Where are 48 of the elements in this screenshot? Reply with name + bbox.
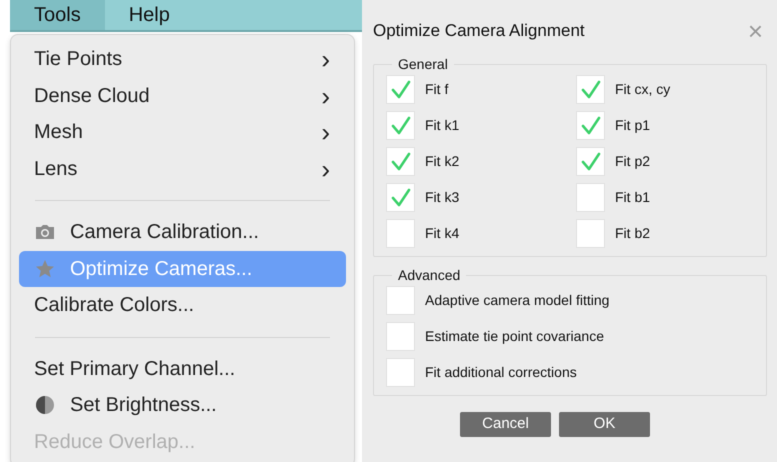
chevron-icon: ›	[321, 82, 330, 109]
menu-item[interactable]: Tie Points ›	[19, 41, 346, 78]
checkbox-label: Estimate tie point covariance	[425, 327, 604, 346]
cancel-button[interactable]: Cancel	[460, 412, 551, 437]
checkbox[interactable]	[386, 183, 415, 212]
checkbox[interactable]	[386, 286, 415, 315]
menu-item[interactable]: Camera Calibration...	[19, 214, 346, 250]
checkbox-label: Fit b2	[615, 224, 650, 243]
chevron-icon: ›	[321, 46, 330, 72]
checkbox-label: Adaptive camera model fitting	[425, 291, 610, 310]
checkbox-label: Fit additional corrections	[425, 363, 577, 382]
checkbox-label: Fit p2	[615, 152, 650, 171]
checkbox[interactable]	[576, 183, 605, 212]
ok-button[interactable]: OK	[559, 412, 650, 437]
checkbox-label: Fit k3	[425, 188, 460, 207]
checkbox-label: Fit k4	[425, 224, 460, 243]
menu-item[interactable]: Calibrate Colors...	[19, 287, 346, 324]
checkbox[interactable]	[386, 147, 415, 176]
checkbox-label: Fit p1	[615, 116, 650, 135]
checkbox-label: Fit k1	[425, 116, 460, 135]
menu-item[interactable]: Set Brightness...	[19, 387, 346, 424]
menu-item: Reduce Overlap...	[33, 430, 196, 455]
window-title: Optimize Camera Alignment	[373, 20, 585, 42]
menu-item[interactable]: Mesh ›	[19, 114, 346, 150]
checkbox-label: Fit k2	[425, 152, 460, 171]
checkbox[interactable]	[386, 111, 415, 140]
menu-item[interactable]: Lens ›	[19, 150, 346, 187]
checkbox[interactable]	[576, 147, 605, 176]
half-circle-icon	[34, 394, 56, 416]
checkbox[interactable]	[576, 111, 605, 140]
checkbox-label: Fit cx, cy	[615, 80, 670, 99]
chevron-icon: ›	[321, 119, 330, 146]
checkbox[interactable]	[386, 358, 415, 387]
menu-bar-item[interactable]: Help	[104, 0, 194, 30]
star-icon	[34, 258, 56, 280]
menu-item[interactable]: Dense Cloud ›	[19, 78, 346, 114]
checkbox-label: Fit b1	[615, 188, 650, 207]
checkbox[interactable]	[386, 75, 415, 104]
checkbox-label: Fit f	[425, 80, 448, 99]
menu-item[interactable]: Set Primary Channel...	[19, 350, 346, 387]
checkbox[interactable]	[576, 75, 605, 104]
checkbox[interactable]	[386, 219, 415, 248]
menu-bar-item[interactable]: Tools	[10, 0, 105, 30]
checkbox[interactable]	[576, 219, 605, 248]
group-title: Advanced	[397, 266, 462, 285]
chevron-icon: ›	[321, 156, 330, 182]
group-title: General	[397, 55, 449, 74]
checkbox[interactable]	[386, 322, 415, 351]
